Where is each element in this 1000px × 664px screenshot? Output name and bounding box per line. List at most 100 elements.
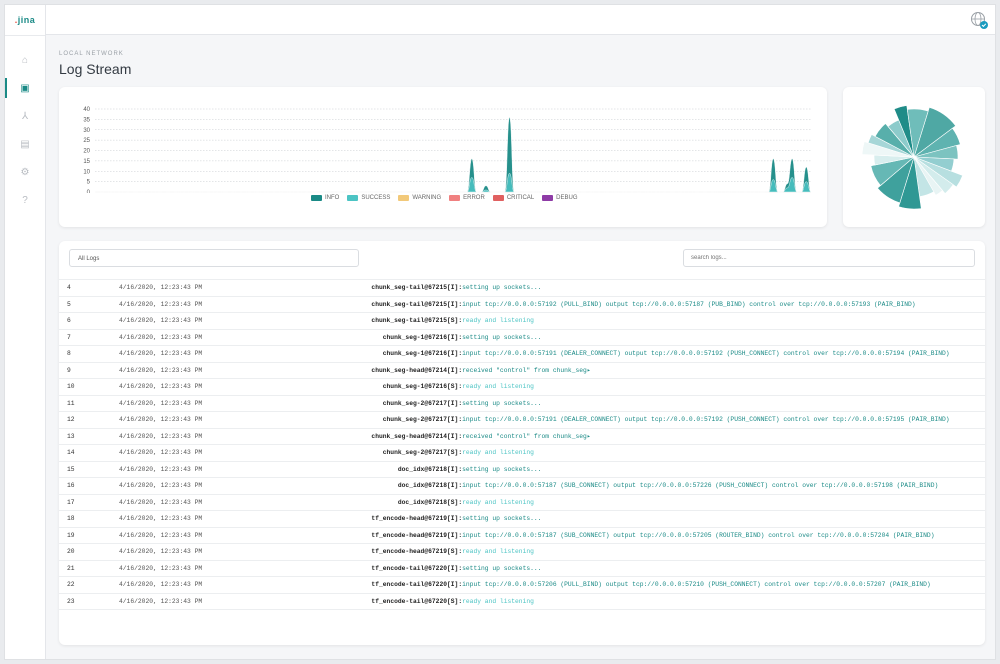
- legend-swatch: [542, 195, 554, 201]
- log-level: [I]:: [447, 531, 463, 539]
- log-timestamp: 4/16/2020, 12:23:43 PM: [119, 482, 203, 489]
- flow-icon: ⅄: [21, 110, 29, 122]
- y-tick-label: 20: [83, 149, 90, 155]
- network-status-icon[interactable]: [969, 10, 989, 30]
- log-row[interactable]: 8 4/16/2020, 12:23:43 PM chunk_seg-1@67216…: [59, 346, 985, 363]
- log-timestamp: 4/16/2020, 12:23:43 PM: [119, 399, 203, 407]
- legend-item-debug[interactable]: DEBUG: [542, 195, 578, 201]
- flow-nav-item[interactable]: ⅄: [5, 102, 45, 130]
- log-row[interactable]: 5 4/16/2020, 12:23:43 PM chunk_seg-tail@67…: [59, 297, 985, 313]
- logo-text: jina: [17, 15, 36, 25]
- y-tick-label: 30: [83, 128, 90, 134]
- log-index: 17: [67, 498, 75, 506]
- y-tick-label: 5: [87, 180, 91, 186]
- log-source: chunk_seg-1@67216: [382, 333, 447, 341]
- hub-icon: ▤: [20, 138, 30, 150]
- legend-item-success[interactable]: SUCCESS: [347, 195, 390, 201]
- y-tick-label: 10: [83, 169, 90, 175]
- log-row[interactable]: 6 4/16/2020, 12:23:43 PM chunk_seg-tail@67…: [59, 313, 985, 330]
- log-row[interactable]: 20 4/16/2020, 12:23:43 PM tf_encode-head@6…: [59, 544, 985, 561]
- legend-label: SUCCESS: [361, 195, 391, 201]
- log-row[interactable]: 10 4/16/2020, 12:23:43 PM chunk_seg-1@6721…: [59, 379, 985, 396]
- log-source: chunk_seg-tail@67215: [371, 300, 447, 308]
- y-tick-label: 25: [83, 138, 90, 144]
- log-message: input tcp://0.0.0.0:57187 (SUB_CONNECT) …: [462, 482, 939, 489]
- log-level: [I]:: [447, 399, 463, 407]
- log-timestamp: 4/16/2020, 12:23:43 PM: [119, 465, 203, 473]
- log-level: [I]:: [447, 482, 463, 489]
- legend-item-critical[interactable]: CRITICAL: [492, 195, 534, 201]
- log-row[interactable]: 23 4/16/2020, 12:23:43 PM tf_encode-tail@6…: [59, 594, 985, 610]
- log-source: doc_idx@67218: [397, 482, 447, 489]
- log-timestamp: 4/16/2020, 12:23:43 PM: [119, 515, 203, 522]
- legend-item-warning[interactable]: WARNING: [398, 195, 441, 201]
- log-row[interactable]: 4 4/16/2020, 12:23:43 PM chunk_seg-tail@67…: [59, 280, 985, 297]
- log-index: 22: [67, 581, 75, 588]
- log-level: [I]:: [447, 432, 463, 440]
- legend-swatch: [347, 195, 359, 201]
- log-source: chunk_seg-head@67214: [371, 432, 447, 440]
- log-row[interactable]: 19 4/16/2020, 12:23:43 PM tf_encode-head@6…: [59, 528, 985, 544]
- series-area-success: [94, 173, 812, 193]
- legend-swatch: [398, 195, 410, 201]
- log-row[interactable]: 14 4/16/2020, 12:23:43 PM chunk_seg-2@6721…: [59, 445, 985, 462]
- log-message: setting up sockets...: [462, 564, 542, 572]
- legend-item-info[interactable]: INFO: [311, 195, 339, 201]
- log-filter-select[interactable]: All Logs: [69, 249, 359, 267]
- log-row[interactable]: 17 4/16/2020, 12:23:43 PM doc_idx@67218 [S]…: [59, 495, 985, 511]
- log-source: tf_encode-tail@67220: [371, 564, 447, 572]
- log-level: [I]:: [447, 564, 463, 572]
- log-row[interactable]: 22 4/16/2020, 12:23:43 PM tf_encode-tail@6…: [59, 577, 985, 594]
- log-row[interactable]: 15 4/16/2020, 12:23:43 PM doc_idx@67218 [I]…: [59, 462, 985, 478]
- search-logs-input[interactable]: [683, 249, 975, 267]
- log-source: tf_encode-head@67219: [371, 515, 447, 522]
- jina-logo[interactable]: . jina: [5, 5, 45, 35]
- log-index: 9: [67, 366, 71, 374]
- log-source: chunk_seg-1@67216: [382, 383, 447, 390]
- log-row[interactable]: 7 4/16/2020, 12:23:43 PM chunk_seg-1@67216…: [59, 330, 985, 346]
- log-index: 11: [67, 399, 75, 407]
- legend-item-error[interactable]: ERROR: [449, 195, 485, 201]
- log-levels-area-chart: 40 35 30 25 20 15 10 5 0: [83, 107, 812, 196]
- log-index: 8: [67, 350, 71, 357]
- legend-swatch: [449, 195, 461, 201]
- page-title: Log Stream: [59, 61, 132, 77]
- log-row[interactable]: 11 4/16/2020, 12:23:43 PM chunk_seg-2@6721…: [59, 396, 985, 412]
- log-row[interactable]: 18 4/16/2020, 12:23:43 PM tf_encode-head@6…: [59, 511, 985, 528]
- log-message: ready and listening: [462, 317, 534, 324]
- log-timestamp: 4/16/2020, 12:23:43 PM: [119, 548, 203, 555]
- log-stream-nav-item[interactable]: ▣: [5, 74, 45, 102]
- legend-label: INFO: [325, 195, 340, 201]
- home-nav-item[interactable]: ⌂: [5, 46, 45, 74]
- log-source: chunk_seg-2@67217: [382, 416, 447, 423]
- log-index: 5: [67, 300, 71, 308]
- log-timestamp: 4/16/2020, 12:23:43 PM: [119, 366, 203, 374]
- settings-nav-item[interactable]: ⚙: [5, 158, 45, 186]
- hub-nav-item[interactable]: ▤: [5, 130, 45, 158]
- log-levels-chart-card: 40 35 30 25 20 15 10 5 0 INFO SUCCESS WARNING ERROR…: [59, 87, 827, 227]
- log-sources-pie-card: [843, 87, 985, 227]
- log-source: doc_idx@67218: [397, 465, 447, 473]
- log-timestamp: 4/16/2020, 12:23:43 PM: [119, 581, 203, 588]
- log-message: setting up sockets...: [462, 465, 542, 473]
- help-nav-item[interactable]: ?: [5, 186, 45, 214]
- log-timestamp: 4/16/2020, 12:23:43 PM: [119, 284, 203, 291]
- log-message: received "control" from chunk_seg▸: [462, 366, 591, 374]
- log-index: 4: [67, 284, 71, 291]
- log-row[interactable]: 21 4/16/2020, 12:23:43 PM tf_encode-tail@6…: [59, 561, 985, 577]
- log-message: ready and listening: [462, 548, 534, 555]
- log-message: input tcp://0.0.0.0:57191 (DEALER_CONNEC…: [462, 350, 950, 357]
- log-timestamp: 4/16/2020, 12:23:43 PM: [119, 432, 203, 440]
- log-level: [S]:: [447, 317, 463, 324]
- log-level: [I]:: [447, 465, 463, 473]
- home-icon: ⌂: [21, 54, 29, 66]
- log-message: ready and listening: [462, 383, 534, 390]
- log-timestamp: 4/16/2020, 12:23:43 PM: [119, 449, 203, 456]
- y-tick-label: 15: [83, 159, 90, 165]
- log-sources-pie-chart: [861, 105, 964, 210]
- log-row[interactable]: 12 4/16/2020, 12:23:43 PM chunk_seg-2@6721…: [59, 412, 985, 429]
- log-row[interactable]: 9 4/16/2020, 12:23:43 PM chunk_seg-head@67…: [59, 363, 985, 379]
- log-level: [I]:: [447, 416, 463, 423]
- log-row[interactable]: 13 4/16/2020, 12:23:43 PM chunk_seg-head@6…: [59, 429, 985, 445]
- log-row[interactable]: 16 4/16/2020, 12:23:43 PM doc_idx@67218 [I]…: [59, 478, 985, 495]
